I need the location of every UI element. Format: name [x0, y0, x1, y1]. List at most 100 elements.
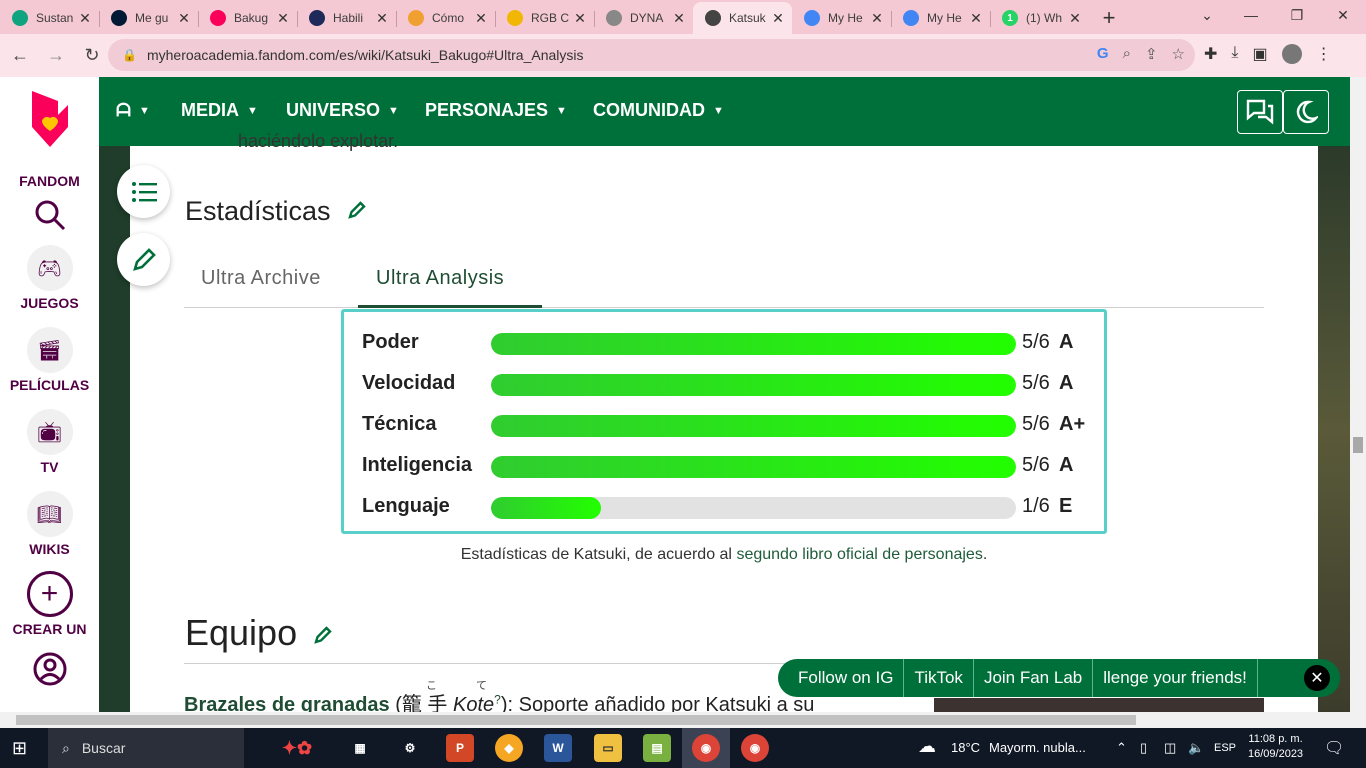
close-tab-icon[interactable]: ✕ [869, 10, 885, 27]
horizontal-scrollbar[interactable] [0, 712, 1366, 728]
google-lens-icon[interactable]: G [1097, 45, 1109, 63]
social-link[interactable]: Join Fan Lab [974, 659, 1094, 697]
close-tab-icon[interactable]: ✕ [572, 10, 588, 27]
equipment-image-thumbnail[interactable] [934, 698, 1264, 712]
file-explorer-icon[interactable]: ▭ [594, 734, 622, 762]
table-of-contents-button[interactable] [117, 165, 170, 218]
weather-cloud-icon[interactable]: ☁ [918, 736, 936, 757]
reference-link[interactable]: ? [494, 692, 501, 706]
rail-item-tv[interactable]: 📺︎ TV [0, 409, 99, 475]
rail-item-clapperboard[interactable]: 🎬︎ PELÍCULAS [0, 327, 99, 393]
horizontal-scroll-thumb[interactable] [16, 715, 1136, 725]
browser-tab[interactable]: Katsuk ✕ [693, 2, 792, 34]
vertical-scrollbar[interactable] [1350, 77, 1366, 712]
close-tab-icon[interactable]: ✕ [1067, 10, 1083, 27]
rail-item-plus-circle[interactable]: + CREAR UN [0, 571, 99, 637]
notifications-icon[interactable]: 🗨 [1324, 738, 1344, 758]
tab-ultra-analysis[interactable]: Ultra Analysis [376, 267, 504, 290]
browser-tab[interactable]: Me gu ✕ [99, 2, 198, 34]
restore-button[interactable]: ❐ [1274, 0, 1320, 30]
stat-score: 5/6 [1022, 371, 1050, 394]
extensions-puzzle-icon[interactable]: ✚ [1204, 44, 1217, 64]
close-icon[interactable]: ✕ [1304, 665, 1330, 691]
word-icon[interactable]: W [544, 734, 572, 762]
rail-item-book[interactable]: 📖︎ WIKIS [0, 491, 99, 557]
browser-tab[interactable]: Sustan ✕ [0, 2, 99, 34]
menu-kebab-icon[interactable]: ⋮ [1316, 44, 1332, 64]
close-tab-icon[interactable]: ✕ [671, 10, 687, 27]
close-tab-icon[interactable]: ✕ [374, 10, 390, 27]
side-panel-icon[interactable]: ▣ [1252, 44, 1267, 64]
search-button[interactable] [0, 197, 99, 233]
powerpoint-icon[interactable]: P [446, 734, 474, 762]
weather-temp[interactable]: 18°C [951, 740, 980, 755]
zoom-icon[interactable]: ⌕ [1123, 45, 1131, 63]
taskbar-search-box[interactable]: ⌕ Buscar [48, 728, 244, 768]
edit-section-pencil-icon[interactable] [313, 612, 333, 654]
profile-avatar[interactable] [1281, 44, 1302, 64]
tray-device-icon[interactable]: ▯ [1140, 740, 1147, 756]
rail-item-gamepad[interactable]: 🎮︎ JUEGOS [0, 245, 99, 311]
browser-tab[interactable]: Bakug ✕ [198, 2, 297, 34]
weather-text[interactable]: Mayorm. nubla... [989, 740, 1086, 755]
taskbar-clock[interactable]: 11:08 p. m. 16/09/2023 [1248, 732, 1303, 762]
close-tab-icon[interactable]: ✕ [275, 10, 291, 27]
back-button[interactable]: ← [4, 40, 36, 72]
chrome-icon[interactable]: ◉ [692, 734, 720, 762]
minimize-button[interactable]: — [1228, 0, 1274, 30]
tab-ultra-archive[interactable]: Ultra Archive [201, 267, 321, 290]
windows-start-icon[interactable]: ⊞ [12, 738, 27, 759]
nav-universo[interactable]: UNIVERSO ▼ [286, 100, 399, 121]
vertical-scroll-thumb[interactable] [1353, 437, 1363, 453]
close-tab-icon[interactable]: ✕ [473, 10, 489, 27]
share-icon[interactable]: ⇪ [1145, 45, 1158, 63]
theme-toggle-button[interactable] [1283, 90, 1329, 134]
chevron-down-icon: ▼ [556, 104, 567, 117]
close-tab-icon[interactable]: ✕ [77, 10, 93, 27]
tab-title: My He [927, 11, 962, 25]
search-icon: ⌕ [62, 739, 70, 756]
nav-personajes[interactable]: PERSONAJES ▼ [425, 100, 567, 121]
settings-gear-icon[interactable]: ⚙ [396, 734, 424, 762]
browser-tab[interactable]: 1 (1) Wh ✕ [990, 2, 1089, 34]
browser-tab[interactable]: My He ✕ [792, 2, 891, 34]
download-icon[interactable]: ⤓ [1231, 44, 1238, 64]
caption-link[interactable]: segundo libro oficial de personajes [736, 546, 982, 563]
new-tab-button[interactable]: + [1089, 2, 1129, 34]
browser-tab[interactable]: RGB C ✕ [495, 2, 594, 34]
tab-search-chevron-icon[interactable]: ⌄ [1184, 0, 1230, 30]
social-link[interactable]: TikTok [904, 659, 974, 697]
edit-section-pencil-icon[interactable] [347, 196, 367, 227]
browser-tab[interactable]: My He ✕ [891, 2, 990, 34]
chrome-profile-icon[interactable]: ◉ [741, 734, 769, 762]
social-link[interactable]: Follow on IG [778, 659, 905, 697]
brave-icon[interactable]: ◆ [495, 734, 523, 762]
forward-button[interactable]: → [40, 40, 72, 72]
social-link[interactable]: llenge your friends! [1093, 659, 1258, 697]
language-indicator[interactable]: ESP [1214, 742, 1236, 754]
reload-button[interactable]: ↻ [76, 40, 108, 72]
address-bar[interactable]: 🔒 myheroacademia.fandom.com/es/wiki/Kats… [108, 39, 1195, 71]
browser-tab[interactable]: DYNA ✕ [594, 2, 693, 34]
windows-taskbar: ⊞ ⌕ Buscar ✦✿ ▦ ⚙ P ◆ W ▭ ▤ ◉ ◉ ☁ 18°C M… [0, 728, 1366, 768]
tray-chevron-icon[interactable]: ⌃ [1116, 740, 1127, 756]
search-highlight-icon[interactable]: ✦✿ [262, 734, 332, 762]
close-window-button[interactable]: ✕ [1320, 0, 1366, 30]
bookmark-star-icon[interactable]: ☆ [1172, 45, 1185, 63]
image-viewer-icon[interactable]: ▤ [643, 734, 671, 762]
wiki-home-menu[interactable]: ᗩ ▼ [116, 100, 150, 121]
task-view-icon[interactable]: ▦ [346, 734, 374, 762]
edit-page-button[interactable] [117, 233, 170, 286]
nav-comunidad[interactable]: COMUNIDAD ▼ [593, 100, 724, 121]
account-button[interactable] [0, 651, 99, 687]
browser-tab[interactable]: Habili ✕ [297, 2, 396, 34]
close-tab-icon[interactable]: ✕ [770, 10, 786, 27]
volume-icon[interactable]: 🔈 [1188, 740, 1204, 756]
fandom-logo[interactable] [24, 91, 76, 157]
discussions-button[interactable] [1237, 90, 1283, 134]
close-tab-icon[interactable]: ✕ [176, 10, 192, 27]
close-tab-icon[interactable]: ✕ [968, 10, 984, 27]
browser-tab[interactable]: Cómo ✕ [396, 2, 495, 34]
nav-media[interactable]: MEDIA ▼ [181, 100, 258, 121]
network-icon[interactable]: ◫ [1164, 740, 1176, 756]
